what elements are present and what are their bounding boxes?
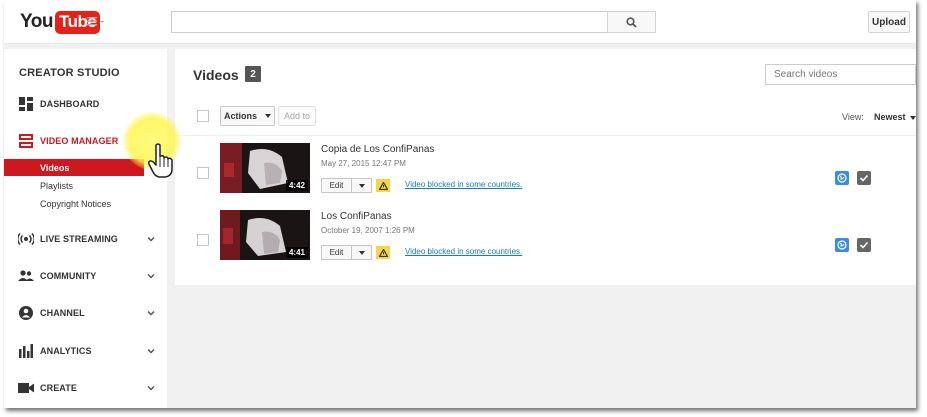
edit-dropdown-button[interactable] <box>351 178 372 193</box>
edit-button[interactable]: Edit <box>321 178 352 193</box>
processed-check-icon <box>857 238 871 252</box>
caret-down-icon <box>358 183 365 188</box>
live-streaming-icon <box>18 231 34 247</box>
sidebar-item-label: CREATE <box>40 383 77 393</box>
sidebar-item-analytics[interactable]: ANALYTICS <box>4 340 167 362</box>
search-input[interactable] <box>171 11 608 33</box>
search-videos-input[interactable]: Search videos <box>765 64 916 85</box>
hand-cursor-icon <box>148 143 173 178</box>
logo-you-text: You <box>20 11 53 32</box>
chevron-down-icon[interactable] <box>146 308 156 318</box>
masthead: You Tube Upload <box>4 0 916 44</box>
video-date: May 27, 2015 12:47 PM <box>321 159 406 168</box>
create-icon <box>18 380 34 396</box>
video-title[interactable]: Copia de Los ConfiPanas <box>321 144 434 155</box>
edit-button[interactable]: Edit <box>321 245 352 260</box>
video-manager-panel: Videos 2 Search videos Actions Add to Vi… <box>175 49 916 285</box>
sidebar-item-label: ANALYTICS <box>40 346 92 356</box>
actions-label: Actions <box>223 111 257 121</box>
chevron-down-icon[interactable] <box>146 383 156 393</box>
video-select-checkbox[interactable] <box>197 167 209 179</box>
video-title[interactable]: Los ConfiPanas <box>321 211 392 222</box>
warning-icon[interactable] <box>376 246 390 259</box>
add-to-button[interactable]: Add to <box>278 106 316 126</box>
video-count-badge: 2 <box>245 66 261 82</box>
caret-down-icon <box>358 250 365 255</box>
video-row: 4:42 Copia de Los ConfiPanas May 27, 201… <box>175 143 916 207</box>
sidebar-item-dashboard[interactable]: DASHBOARD <box>4 93 167 115</box>
video-row: 4:41 Los ConfiPanas October 19, 2007 1:2… <box>175 210 916 274</box>
channel-icon <box>18 305 34 321</box>
caret-down-icon <box>265 114 271 118</box>
video-duration: 4:41 <box>285 247 308 258</box>
public-globe-icon[interactable] <box>835 171 849 185</box>
warning-icon[interactable] <box>376 179 390 192</box>
video-manager-icon <box>18 133 34 149</box>
video-date: October 19, 2007 1:26 PM <box>321 226 415 235</box>
list-divider <box>175 135 916 136</box>
app-window: You Tube Upload CREATOR STUDIO DASHBOARD… <box>4 0 916 408</box>
sidebar-item-live-streaming[interactable]: LIVE STREAMING <box>4 228 167 250</box>
community-icon <box>18 268 34 284</box>
sidebar-item-label: DASHBOARD <box>40 99 100 109</box>
upload-button[interactable]: Upload <box>868 11 910 33</box>
guide-menu-icon[interactable] <box>86 14 106 28</box>
view-sort-value: Newest <box>874 112 906 122</box>
edit-dropdown-button[interactable] <box>351 245 372 260</box>
caret-down-icon <box>909 115 916 120</box>
chevron-down-icon[interactable] <box>146 271 156 281</box>
search-icon <box>626 16 637 28</box>
video-thumbnail[interactable]: 4:42 <box>220 143 310 193</box>
select-all-checkbox[interactable] <box>197 110 209 122</box>
sidebar-item-community[interactable]: COMMUNITY <box>4 265 167 287</box>
actions-dropdown-button[interactable]: Actions <box>220 106 275 126</box>
sidebar-item-channel[interactable]: CHANNEL <box>4 302 167 324</box>
chevron-down-icon[interactable] <box>146 234 156 244</box>
video-duration: 4:42 <box>285 180 308 191</box>
public-globe-icon[interactable] <box>835 238 849 252</box>
sidebar-subitem-playlists[interactable]: Playlists <box>4 177 167 194</box>
sidebar-item-label: VIDEO MANAGER <box>40 136 119 146</box>
blocked-notice-link[interactable]: Video blocked in some countries. <box>405 180 522 189</box>
page-title: Videos <box>193 67 239 83</box>
analytics-icon <box>18 343 34 359</box>
sidebar: CREATOR STUDIO DASHBOARD VIDEO MANAGER V… <box>4 49 167 408</box>
search-button[interactable] <box>607 11 656 33</box>
view-sort-select[interactable]: Newest <box>874 112 916 122</box>
sidebar-subitem-label: Playlists <box>40 180 74 191</box>
sidebar-item-label: COMMUNITY <box>40 271 97 281</box>
sidebar-subitem-label: Videos <box>40 162 70 173</box>
sidebar-subitem-videos[interactable]: Videos <box>4 159 144 176</box>
blocked-notice-link[interactable]: Video blocked in some countries. <box>405 247 522 256</box>
sidebar-subitem-copyright-notices[interactable]: Copyright Notices <box>4 195 167 212</box>
processed-check-icon <box>857 171 871 185</box>
sidebar-item-create[interactable]: CREATE <box>4 377 167 399</box>
sidebar-item-label: LIVE STREAMING <box>40 234 118 244</box>
video-select-checkbox[interactable] <box>197 234 209 246</box>
creator-studio-title: CREATOR STUDIO <box>19 67 120 79</box>
sidebar-subitem-label: Copyright Notices <box>40 198 112 209</box>
dashboard-icon <box>18 96 34 112</box>
video-thumbnail[interactable]: 4:41 <box>220 210 310 260</box>
sidebar-item-label: CHANNEL <box>40 308 85 318</box>
view-label: View: <box>842 112 864 122</box>
chevron-down-icon[interactable] <box>146 346 156 356</box>
